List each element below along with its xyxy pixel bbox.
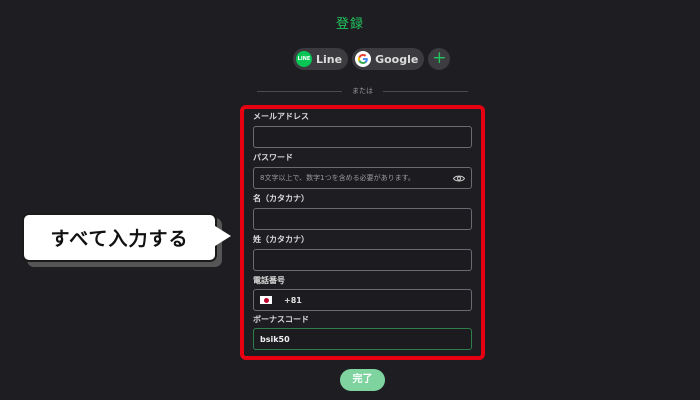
instruction-callout: すべて入力する — [22, 213, 217, 262]
submit-button[interactable]: 完了 — [340, 369, 385, 391]
callout-pointer — [215, 226, 231, 246]
line-icon: LINE — [296, 51, 312, 67]
last-name-field[interactable] — [253, 249, 472, 271]
more-login-options-button[interactable]: + — [428, 48, 451, 70]
register-page: 登録 LINE Line Google + または メールアドレス パスワード … — [0, 0, 700, 400]
divider-line-left — [257, 90, 342, 92]
password-placeholder: 8文字以上で、数字1つを含める必要があります。 — [260, 174, 415, 182]
line-login-button[interactable]: LINE Line — [293, 48, 349, 70]
last-name-label: 姓（カタカナ） — [253, 235, 309, 244]
google-icon — [355, 51, 372, 67]
line-login-label: Line — [316, 52, 343, 66]
google-login-button[interactable]: Google — [352, 48, 425, 70]
email-label: メールアドレス — [253, 112, 309, 121]
first-name-label: 名（カタカナ） — [253, 194, 309, 203]
phone-label: 電話番号 — [253, 276, 285, 285]
divider-text: または — [352, 87, 373, 95]
password-field[interactable]: 8文字以上で、数字1つを含める必要があります。 — [253, 167, 472, 189]
divider-line-right — [383, 90, 468, 92]
phone-field[interactable]: +81 — [253, 289, 472, 311]
password-label: パスワード — [253, 153, 293, 162]
eye-icon[interactable] — [453, 173, 465, 183]
bonus-code-value: bsik50 — [260, 334, 290, 344]
bonus-code-field[interactable]: bsik50 — [253, 328, 472, 350]
divider: または — [257, 86, 468, 96]
google-login-label: Google — [375, 52, 419, 66]
first-name-field[interactable] — [253, 208, 472, 230]
email-field[interactable] — [253, 126, 472, 148]
japan-flag-icon[interactable] — [260, 296, 272, 304]
social-login-row: LINE Line Google + — [293, 48, 451, 70]
country-code: +81 — [284, 295, 302, 305]
page-title: 登録 — [335, 17, 364, 32]
bonus-code-label: ボーナスコード — [253, 315, 309, 324]
